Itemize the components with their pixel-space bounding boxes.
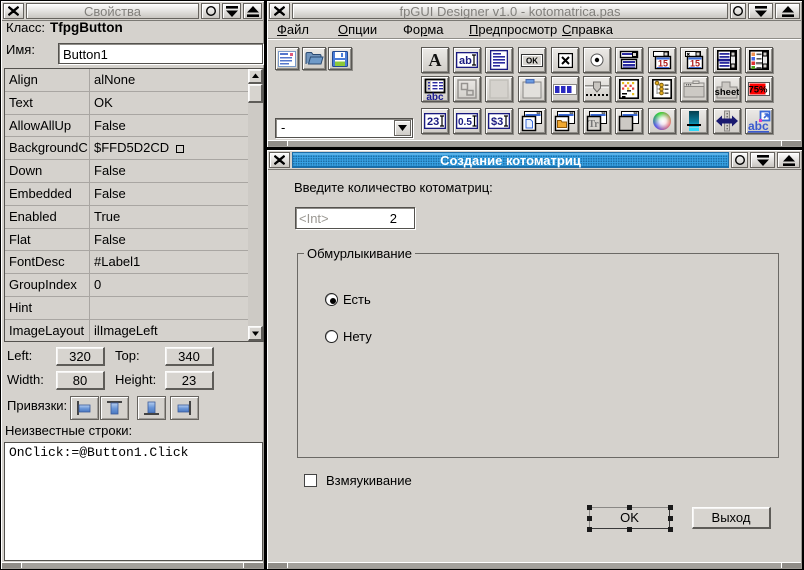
svg-text:Tr: Tr <box>588 119 599 130</box>
svg-text:23: 23 <box>427 116 439 128</box>
svg-text:OK: OK <box>526 56 538 65</box>
svg-text:abc: abc <box>748 119 769 133</box>
svg-text:A: A <box>429 51 442 69</box>
svg-text:75%: 75% <box>748 85 768 96</box>
svg-text:0.5: 0.5 <box>458 117 472 128</box>
svg-text:ab: ab <box>459 55 472 67</box>
svg-text:sheet: sheet <box>715 87 739 98</box>
svg-text:abc: abc <box>426 92 444 100</box>
svg-text:$3: $3 <box>491 116 503 128</box>
